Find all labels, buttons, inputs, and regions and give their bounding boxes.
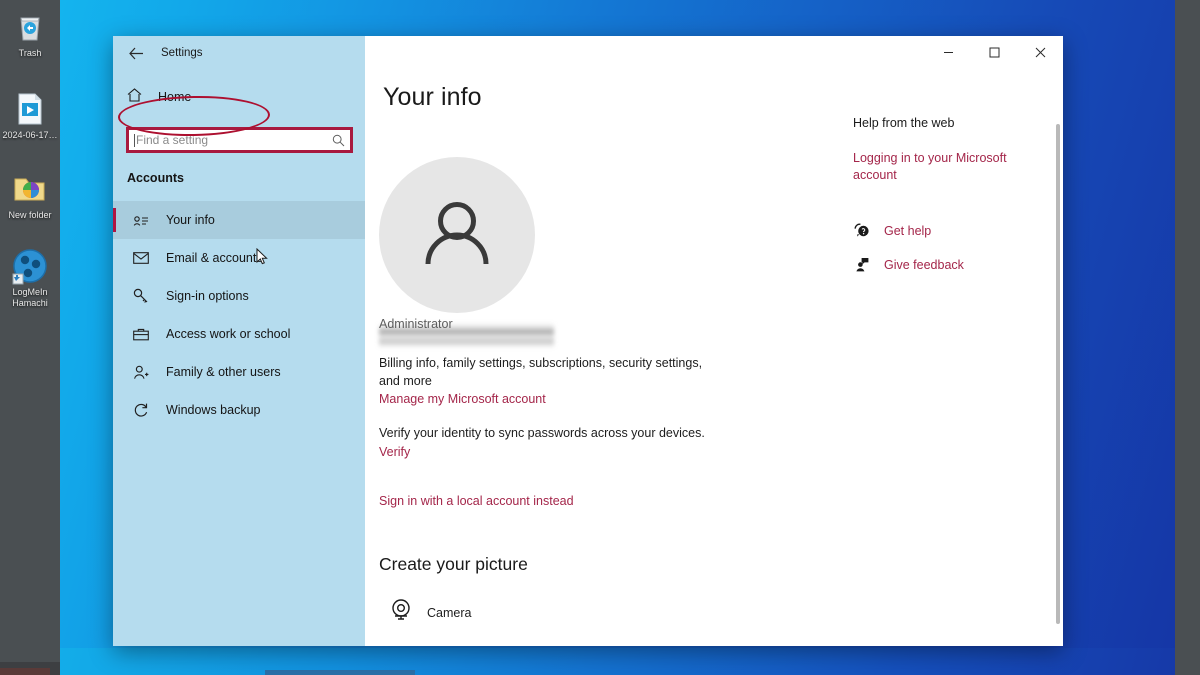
camera-label: Camera [427,605,472,620]
manage-microsoft-account-link[interactable]: Manage my Microsoft account [379,392,546,406]
help-panel: Help from the web Logging in to your Mic… [853,116,1033,273]
sidebar-item-label: Family & other users [166,365,281,379]
sidebar-item-label: Your info [166,213,215,227]
sidebar-section-heading: Accounts [127,171,184,185]
desktop-icon-trash[interactable]: Trash [0,6,60,59]
content-scrollbar[interactable] [1056,124,1060,624]
sidebar-item-windows-backup[interactable]: Windows backup [113,391,365,429]
person-add-icon [132,364,149,381]
verify-description: Verify your identity to sync passwords a… [379,426,705,440]
get-help-action[interactable]: Get help [853,222,1033,239]
feedback-person-icon [853,256,870,273]
window-titlebar: Settings [113,36,365,70]
text-caret [134,133,135,147]
desktop-icon-label: New folder [8,210,52,220]
minimize-button[interactable] [925,36,971,68]
sidebar-item-your-info[interactable]: Your info [113,201,365,239]
search-placeholder: Find a setting [136,133,209,147]
home-label: Home [158,90,192,104]
desktop: Trash 2024-06-17… New folder LogMeIn Ham… [0,0,1200,675]
sidebar-item-label: Email & accounts [166,251,263,265]
help-heading: Help from the web [853,116,955,130]
trash-icon [0,6,60,48]
search-input[interactable]: Find a setting [126,127,353,153]
refresh-icon [132,402,149,419]
desktop-icon-label: LogMeIn Hamachi [12,287,48,308]
sidebar-item-access-work-school[interactable]: Access work or school [113,315,365,353]
close-button[interactable] [1017,36,1063,68]
give-feedback-action[interactable]: Give feedback [853,256,1033,273]
desktop-icon-logmein-hamachi[interactable]: LogMeIn Hamachi [0,245,60,309]
taskbar-accent [0,668,50,675]
verify-link[interactable]: Verify [379,445,410,459]
help-article-link[interactable]: Logging in to your Microsoft account [853,150,1033,184]
desktop-icon-new-folder[interactable]: New folder [0,168,60,221]
window-title: Settings [161,47,203,59]
sidebar-item-home[interactable]: Home [113,79,365,115]
sidebar-item-family-other-users[interactable]: Family & other users [113,353,365,391]
desktop-icon-label: 2024-06-17… [2,130,58,140]
desktop-icon-video-file[interactable]: 2024-06-17… [0,88,60,141]
help-action-label: Get help [884,223,932,238]
settings-sidebar: Settings Home Find a setting Accounts Yo… [113,36,365,646]
avatar[interactable] [379,157,535,313]
home-icon [127,87,142,107]
key-icon [132,288,149,305]
briefcase-icon [132,326,149,343]
help-action-label: Give feedback [884,257,964,272]
page-title: Your info [383,83,482,111]
taskbar-window-button[interactable] [265,670,415,675]
video-file-icon [0,88,60,130]
search-icon [332,134,345,147]
sidebar-item-label: Sign-in options [166,289,249,303]
sidebar-item-sign-in-options[interactable]: Sign-in options [113,277,365,315]
settings-window: Settings Home Find a setting Accounts Yo… [113,36,1063,646]
sidebar-item-label: Windows backup [166,403,261,417]
help-actions: Get help Give feedback [853,222,1033,273]
camera-button[interactable]: Camera [389,598,471,627]
maximize-button[interactable] [971,36,1017,68]
id-card-icon [132,212,149,229]
camera-icon [389,598,413,627]
desktop-icon-label: Trash [18,48,42,58]
question-bubble-icon [853,222,870,239]
account-role: Administrator [379,317,453,331]
create-picture-heading: Create your picture [379,554,528,574]
sign-in-local-account-link[interactable]: Sign in with a local account instead [379,494,574,508]
window-controls [925,36,1063,68]
sidebar-item-label: Access work or school [166,327,291,341]
folder-icon [0,168,60,210]
wallpaper-bottom-strip [60,648,1175,675]
logmein-hamachi-icon [0,245,60,287]
settings-content: Your info Administrator Billing info, fa… [365,36,1063,646]
envelope-icon [132,250,149,267]
sidebar-nav-list: Your info Email & accounts Sign-in optio… [113,201,365,429]
back-button[interactable] [125,42,147,64]
billing-description: Billing info, family settings, subscript… [379,356,703,388]
sidebar-item-email-accounts[interactable]: Email & accounts [113,239,365,277]
search-field-wrapper: Find a setting [126,127,353,153]
